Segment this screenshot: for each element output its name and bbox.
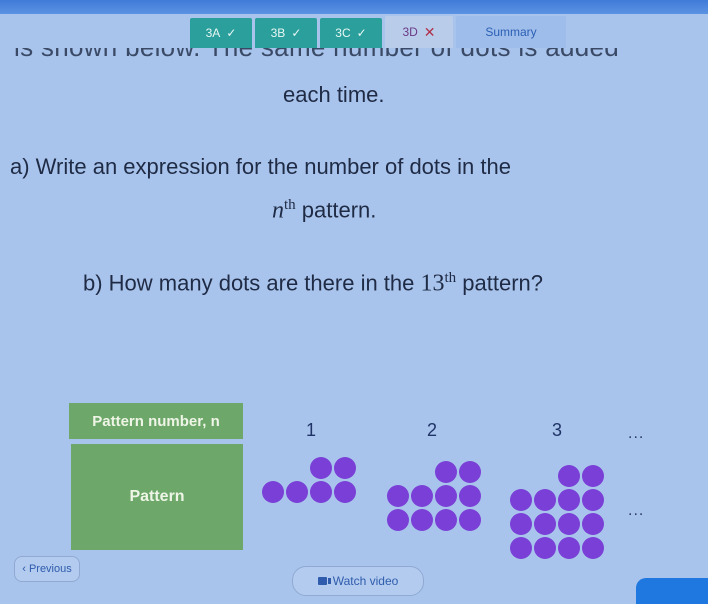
watch-video-label: Watch video: [332, 574, 399, 588]
dot: [262, 481, 284, 503]
dot: [510, 513, 532, 535]
tab-3b[interactable]: 3B ✓: [255, 18, 317, 48]
chevron-left-icon: ‹: [22, 563, 26, 575]
dot: [582, 513, 604, 535]
pattern-row-label: Pattern: [71, 444, 243, 550]
dot: [558, 537, 580, 559]
tab-label: 3D: [402, 25, 418, 39]
top-bar: [0, 0, 708, 14]
dot: [387, 509, 409, 531]
dot: [582, 465, 604, 487]
pattern-ellipsis: ...: [628, 502, 645, 519]
math-variable-n: n: [272, 197, 284, 224]
text: pattern.: [295, 197, 377, 223]
tab-3d[interactable]: 3D ✕: [385, 16, 453, 48]
dot: [310, 481, 332, 503]
tab-label: 3B: [270, 26, 286, 40]
check-icon: ✓: [291, 26, 302, 40]
tab-label: 3A: [205, 26, 221, 40]
pattern-number-1: 1: [306, 420, 317, 440]
superscript-th: th: [284, 197, 296, 213]
dot: [387, 485, 409, 507]
tab-label: Summary: [485, 25, 537, 39]
check-icon: ✓: [226, 26, 237, 40]
answer-button[interactable]: [636, 578, 708, 604]
text: b) How many dots are there in the: [83, 270, 421, 296]
dot: [534, 537, 556, 559]
tab-label: 3C: [335, 26, 351, 40]
previous-button[interactable]: ‹ Previous: [14, 556, 80, 582]
question-tabs: 3A ✓ 3B ✓ 3C ✓ 3D ✕ Summary: [190, 14, 569, 48]
dot: [558, 489, 580, 511]
tab-3a[interactable]: 3A ✓: [190, 18, 252, 48]
dot: [558, 513, 580, 535]
pattern-number-ellipsis: ...: [628, 425, 645, 442]
dot: [582, 489, 604, 511]
text: pattern?: [456, 270, 544, 296]
part-b-question: b) How many dots are there in the 13th p…: [83, 270, 543, 297]
pattern-number-header: Pattern number, n: [69, 403, 243, 439]
dot: [334, 481, 356, 503]
dot: [459, 509, 481, 531]
previous-label: Previous: [28, 563, 72, 575]
intro-text: is shown below. The same number of dots …: [14, 48, 619, 62]
cross-icon: ✕: [423, 23, 436, 40]
dot: [459, 485, 481, 507]
part-a-question-continued: nth pattern.: [272, 197, 376, 224]
dot: [510, 537, 532, 559]
dot: [558, 465, 580, 487]
superscript-th: th: [444, 270, 457, 286]
dot: [435, 509, 457, 531]
tab-3c[interactable]: 3C ✓: [320, 18, 382, 48]
dot: [411, 509, 433, 531]
dot: [534, 513, 556, 535]
dot: [459, 461, 481, 483]
watch-video-button[interactable]: Watch video: [292, 566, 424, 596]
math-number: 13: [420, 270, 445, 297]
video-camera-icon: [317, 577, 331, 585]
dot: [411, 485, 433, 507]
part-a-question: a) Write an expression for the number of…: [10, 154, 511, 179]
question-intro-end: each time.: [283, 82, 385, 107]
question-intro-cut-off: is shown below. The same number of dots …: [0, 48, 708, 66]
dot: [334, 457, 356, 479]
dot: [510, 489, 532, 511]
dot: [286, 481, 308, 503]
dot: [534, 489, 556, 511]
dot: [435, 461, 457, 483]
dot: [435, 485, 457, 507]
dot: [310, 457, 332, 479]
pattern-number-3: 3: [552, 420, 563, 440]
dot: [582, 537, 604, 559]
check-icon: ✓: [356, 26, 367, 40]
tab-summary[interactable]: Summary: [456, 16, 566, 48]
pattern-number-2: 2: [427, 420, 438, 440]
